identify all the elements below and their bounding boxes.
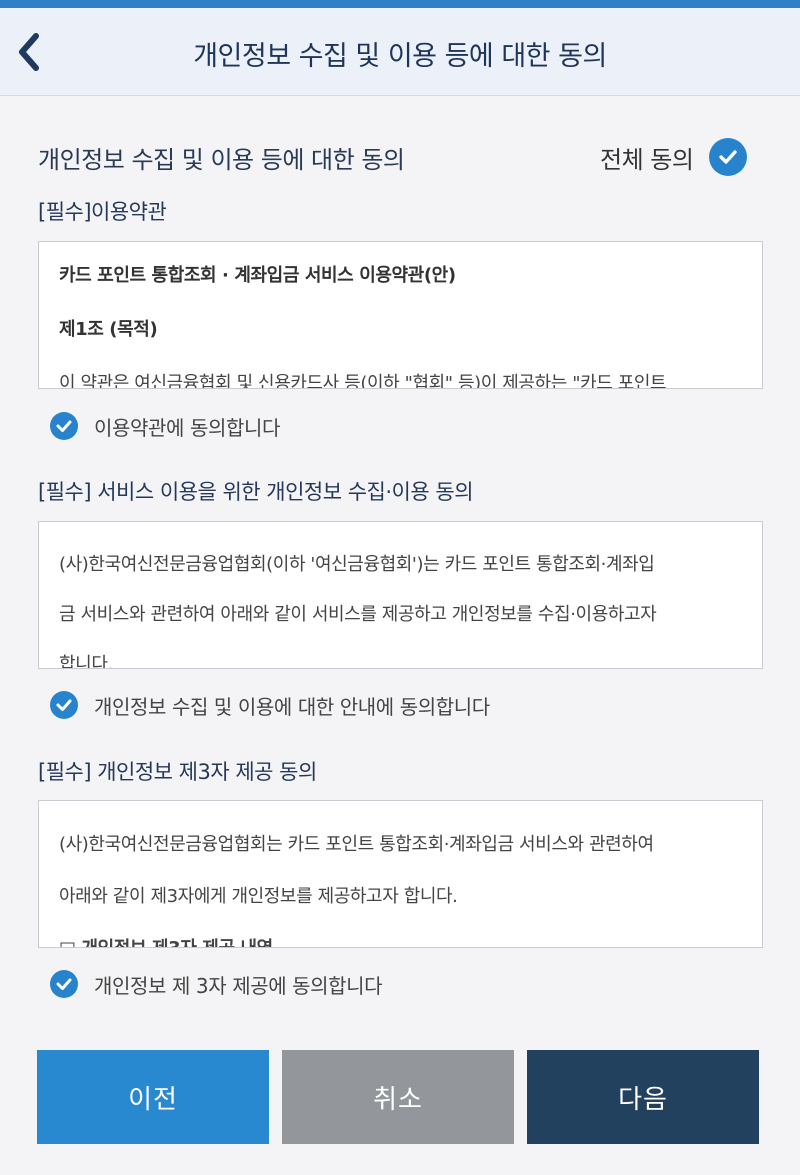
third-party-textbox[interactable]: (사)한국여신전문금융업협회는 카드 포인트 통합조회·계좌입금 서비스와 관련… (38, 800, 763, 948)
check-circle-icon (50, 970, 78, 998)
terms-agree-label: 이용약관에 동의합니다 (94, 415, 280, 440)
third-party-line: 아래와 같이 제3자에게 개인정보를 제공하고자 합니다. (59, 886, 458, 907)
privacy-collection-line: 금 서비스와 관련하여 아래와 같이 서비스를 제공하고 개인정보를 수집·이용… (59, 604, 657, 625)
terms-section-title: [필수]이용약관 (38, 200, 167, 224)
terms-textbox[interactable]: 카드 포인트 통합조회 · 계좌입금 서비스 이용약관(안) 제1조 (목적) … (38, 241, 763, 389)
check-circle-icon (50, 691, 78, 719)
prev-button[interactable]: 이전 (37, 1050, 269, 1144)
all-agree-label: 전체 동의 (600, 145, 694, 174)
third-party-line: (사)한국여신전문금융업협회는 카드 포인트 통합조회·계좌입금 서비스와 관련… (59, 834, 654, 855)
app-header: 개인정보 수집 및 이용 등에 대한 동의 (0, 8, 800, 96)
all-agree-toggle[interactable]: 전체 동의 (600, 136, 770, 178)
terms-line: 이 약관은 여신금융협회 및 신용카드사 등(이하 "협회" 등)이 제공하는 … (59, 373, 667, 389)
consent-heading: 개인정보 수집 및 이용 등에 대한 동의 (38, 146, 405, 174)
check-circle-icon (709, 138, 748, 176)
privacy-collection-agree-checkbox[interactable]: 개인정보 수집 및 이용에 대한 안내에 동의합니다 (50, 685, 490, 725)
privacy-collection-agree-label: 개인정보 수집 및 이용에 대한 안내에 동의합니다 (94, 694, 490, 719)
terms-agree-checkbox[interactable]: 이용약관에 동의합니다 (50, 406, 280, 446)
third-party-line: □ 개인정보 제3자 제공 내역 (59, 923, 740, 947)
page-title: 개인정보 수집 및 이용 등에 대한 동의 (193, 41, 607, 72)
cancel-button[interactable]: 취소 (282, 1050, 514, 1144)
third-party-section-title: [필수] 개인정보 제3자 제공 동의 (38, 760, 317, 784)
next-button[interactable]: 다음 (527, 1050, 759, 1144)
privacy-collection-line: (사)한국여신전문금융업협회(이하 '여신금융협회')는 카드 포인트 통합조회… (59, 554, 655, 575)
third-party-agree-label: 개인정보 제 3자 제공에 동의합니다 (94, 973, 383, 998)
privacy-collection-section-title: [필수] 서비스 이용을 위한 개인정보 수집·이용 동의 (38, 480, 474, 504)
privacy-collection-line: 합니다. (59, 654, 113, 669)
check-circle-icon (50, 412, 78, 440)
terms-line: 카드 포인트 통합조회 · 계좌입금 서비스 이용약관(안) (59, 265, 456, 286)
third-party-agree-checkbox[interactable]: 개인정보 제 3자 제공에 동의합니다 (50, 964, 383, 1004)
top-accent-bar (0, 0, 800, 8)
privacy-collection-textbox[interactable]: (사)한국여신전문금융업협회(이하 '여신금융협회')는 카드 포인트 통합조회… (38, 521, 763, 669)
terms-line: 제1조 (목적) (59, 319, 158, 340)
